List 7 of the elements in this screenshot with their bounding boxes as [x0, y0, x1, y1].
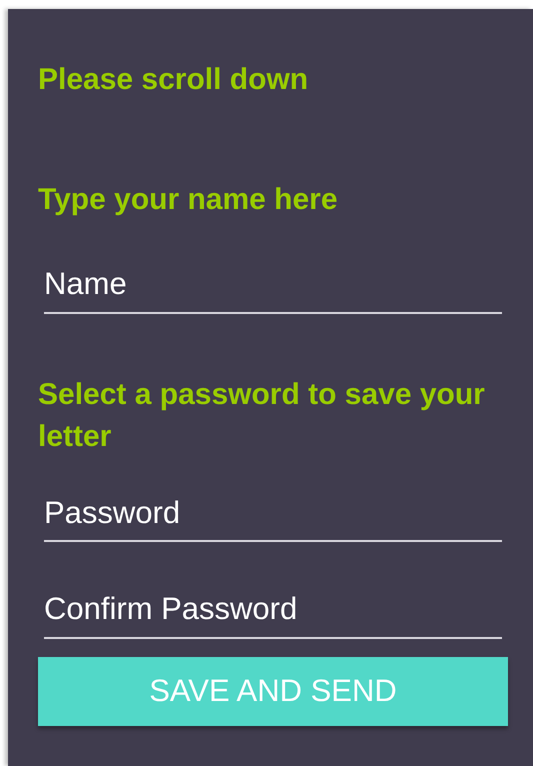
- password-field[interactable]: Password: [44, 490, 502, 542]
- save-and-send-button[interactable]: SAVE AND SEND: [38, 656, 508, 726]
- heading-text: Please scroll down: [38, 62, 310, 98]
- password-heading: Select a password to save your letter: [38, 376, 486, 454]
- heading-text: Type your name here: [38, 182, 339, 218]
- name-field[interactable]: Name: [44, 261, 502, 314]
- password-field[interactable]: Confirm Password: [44, 586, 502, 638]
